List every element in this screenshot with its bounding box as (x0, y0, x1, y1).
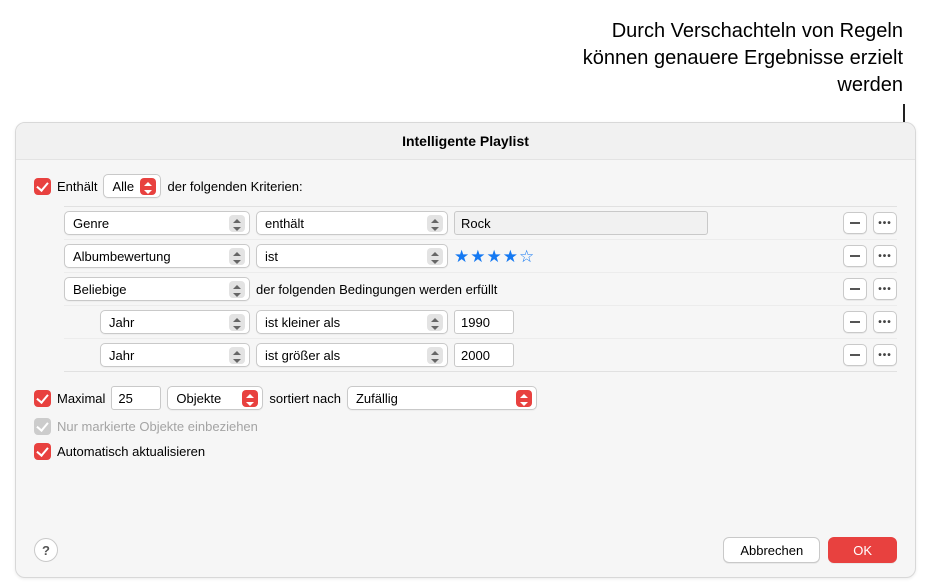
rule-value-input[interactable]: 1990 (454, 310, 514, 334)
limit-sort-prefix: sortiert nach (269, 391, 341, 406)
window-title: Intelligente Playlist (16, 123, 915, 160)
ok-button[interactable]: OK (828, 537, 897, 563)
stepper-icon (140, 178, 156, 195)
ellipsis-icon: ••• (878, 218, 892, 229)
rule-field-select[interactable]: Genre (64, 211, 250, 235)
rule-group-suffix: der folgenden Bedingungen werden erfüllt (256, 282, 497, 297)
star-filled-icon: ★ (454, 248, 469, 265)
rule-row: Genre enthält Rock ••• (64, 207, 897, 240)
stepper-icon (242, 390, 258, 407)
remove-rule-button[interactable] (843, 278, 867, 300)
rule-group-row: Beliebige der folgenden Bedingungen werd… (64, 273, 897, 306)
stepper-icon (229, 215, 245, 232)
limit-checkbox[interactable] (34, 390, 51, 407)
rule-row: Jahr ist größer als 2000 ••• (64, 339, 897, 371)
match-mode-select[interactable]: Alle (103, 174, 161, 198)
ellipsis-icon: ••• (878, 350, 892, 361)
smart-playlist-panel: Intelligente Playlist Enthält Alle der f… (15, 122, 916, 578)
add-rule-button[interactable]: ••• (873, 278, 897, 300)
live-update-row: Automatisch aktualisieren (34, 443, 897, 460)
stepper-icon (427, 248, 443, 265)
add-rule-button[interactable]: ••• (873, 212, 897, 234)
rule-value-input[interactable]: 2000 (454, 343, 514, 367)
rule-field-select[interactable]: Jahr (100, 343, 250, 367)
limit-sort-select[interactable]: Zufällig (347, 386, 537, 410)
footer: ? Abbrechen OK (16, 527, 915, 577)
star-filled-icon: ★ (470, 248, 485, 265)
stepper-icon (516, 390, 532, 407)
rule-op-select[interactable]: ist größer als (256, 343, 448, 367)
stepper-icon (229, 281, 245, 298)
stepper-icon (427, 215, 443, 232)
remove-rule-button[interactable] (843, 311, 867, 333)
minus-icon (850, 288, 860, 290)
stepper-icon (229, 347, 245, 364)
only-checked-label: Nur markierte Objekte einbeziehen (57, 419, 258, 434)
rule-row: Jahr ist kleiner als 1990 ••• (64, 306, 897, 339)
star-filled-icon: ★ (503, 248, 518, 265)
limit-count-input[interactable]: 25 (111, 386, 161, 410)
remove-rule-button[interactable] (843, 212, 867, 234)
only-checked-checkbox (34, 418, 51, 435)
rule-op-select[interactable]: ist (256, 244, 448, 268)
stepper-icon (229, 248, 245, 265)
rule-field-select[interactable]: Jahr (100, 310, 250, 334)
rule-value-input[interactable]: Rock (454, 211, 708, 235)
stepper-icon (427, 347, 443, 364)
match-row: Enthält Alle der folgenden Kriterien: (34, 174, 897, 198)
match-enabled-checkbox[interactable] (34, 178, 51, 195)
callout-text: Durch Verschachteln von Regeln können ge… (543, 18, 903, 99)
add-rule-button[interactable]: ••• (873, 311, 897, 333)
rule-field-select[interactable]: Albumbewertung (64, 244, 250, 268)
add-rule-button[interactable]: ••• (873, 245, 897, 267)
panel-content: Enthält Alle der folgenden Kriterien: Ge… (16, 160, 915, 460)
match-prefix: Enthält (57, 179, 97, 194)
stepper-icon (427, 314, 443, 331)
match-suffix: der folgenden Kriterien: (167, 179, 302, 194)
remove-rule-button[interactable] (843, 344, 867, 366)
rule-group-mode-select[interactable]: Beliebige (64, 277, 250, 301)
rule-op-select[interactable]: enthält (256, 211, 448, 235)
star-filled-icon: ★ (487, 248, 502, 265)
ellipsis-icon: ••• (878, 284, 892, 295)
rules-list: Genre enthält Rock ••• Albumbewertung (64, 206, 897, 372)
ellipsis-icon: ••• (878, 251, 892, 262)
minus-icon (850, 354, 860, 356)
rule-stars-value[interactable]: ★ ★ ★ ★ ☆ (454, 248, 534, 265)
minus-icon (850, 321, 860, 323)
limit-label: Maximal (57, 391, 105, 406)
ellipsis-icon: ••• (878, 317, 892, 328)
star-empty-icon: ☆ (519, 248, 534, 265)
live-update-label: Automatisch aktualisieren (57, 444, 205, 459)
add-rule-button[interactable]: ••• (873, 344, 897, 366)
rule-row: Albumbewertung ist ★ ★ ★ ★ ☆ ••• (64, 240, 897, 273)
cancel-button[interactable]: Abbrechen (723, 537, 820, 563)
remove-rule-button[interactable] (843, 245, 867, 267)
help-button[interactable]: ? (34, 538, 58, 562)
live-update-checkbox[interactable] (34, 443, 51, 460)
limit-unit-select[interactable]: Objekte (167, 386, 263, 410)
stepper-icon (229, 314, 245, 331)
minus-icon (850, 255, 860, 257)
minus-icon (850, 222, 860, 224)
limit-row: Maximal 25 Objekte sortiert nach Zufälli… (34, 386, 897, 410)
only-checked-row: Nur markierte Objekte einbeziehen (34, 418, 897, 435)
rule-op-select[interactable]: ist kleiner als (256, 310, 448, 334)
